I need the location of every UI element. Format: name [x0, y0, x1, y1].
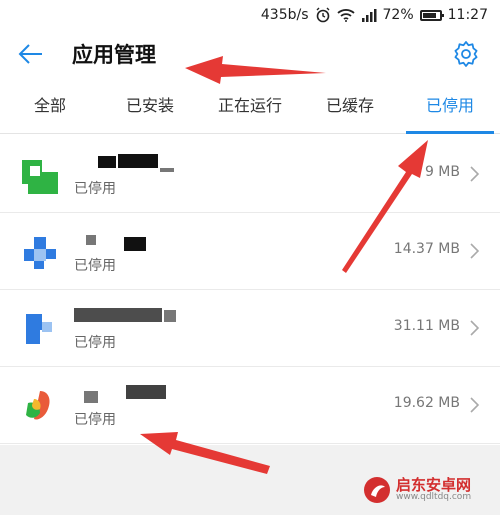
app-list: 已停用 9 MB 已停用 14.37 MB 已停用 31.11 MB 已停用 1… [0, 136, 500, 444]
tab-running[interactable]: 正在运行 [200, 78, 300, 133]
battery-percent: 72% [382, 7, 414, 23]
watermark: 启东安卓网 www.qdltdq.com [362, 469, 492, 511]
app-icon [20, 154, 60, 196]
status-bar: 435b/s 72% 11:27 [0, 0, 500, 30]
settings-button[interactable] [450, 38, 482, 70]
app-size: 31.11 MB [393, 318, 460, 334]
settings-gear-icon [454, 41, 478, 67]
app-size: 14.37 MB [393, 241, 460, 257]
clock: 11:27 [447, 7, 488, 23]
app-status: 已停用 [74, 335, 116, 351]
app-row[interactable]: 已停用 9 MB [0, 136, 500, 213]
tab-cached[interactable]: 已缓存 [300, 78, 400, 133]
watermark-url: www.qdltdq.com [396, 492, 472, 503]
chevron-right-icon [470, 320, 480, 336]
watermark-title: 启东安卓网 [396, 475, 472, 494]
watermark-logo-icon [364, 477, 390, 503]
battery-icon [419, 9, 444, 21]
app-status: 已停用 [74, 258, 116, 274]
app-bar: 应用管理 [0, 30, 500, 78]
screen: 435b/s 72% 11:27 应用管理 全部 已安装 正在运行 已缓存 已停… [0, 0, 500, 515]
chevron-right-icon [470, 166, 480, 182]
app-icon [20, 308, 60, 350]
tab-installed[interactable]: 已安装 [100, 78, 200, 133]
alarm-icon [315, 7, 331, 23]
battery-level-fill [422, 12, 436, 18]
chevron-right-icon [470, 243, 480, 259]
chevron-right-icon [470, 397, 480, 413]
back-button[interactable] [0, 30, 60, 78]
app-row[interactable]: 已停用 31.11 MB [0, 290, 500, 367]
wifi-icon [336, 8, 355, 22]
app-status: 已停用 [74, 181, 116, 197]
app-icon [20, 385, 60, 427]
back-arrow-icon [18, 44, 42, 64]
network-speed: 435b/s [260, 7, 309, 23]
app-status: 已停用 [74, 412, 116, 428]
page-title: 应用管理 [72, 43, 156, 67]
app-size: 9 MB [424, 164, 460, 180]
app-size: 19.62 MB [393, 395, 460, 411]
signal-icon [361, 8, 377, 22]
app-icon [20, 231, 60, 273]
tab-disabled[interactable]: 已停用 [400, 78, 500, 134]
tab-bar: 全部 已安装 正在运行 已缓存 已停用 [0, 78, 500, 134]
app-row[interactable]: 已停用 14.37 MB [0, 213, 500, 290]
app-row[interactable]: 已停用 19.62 MB [0, 367, 500, 444]
tab-all[interactable]: 全部 [0, 78, 100, 133]
